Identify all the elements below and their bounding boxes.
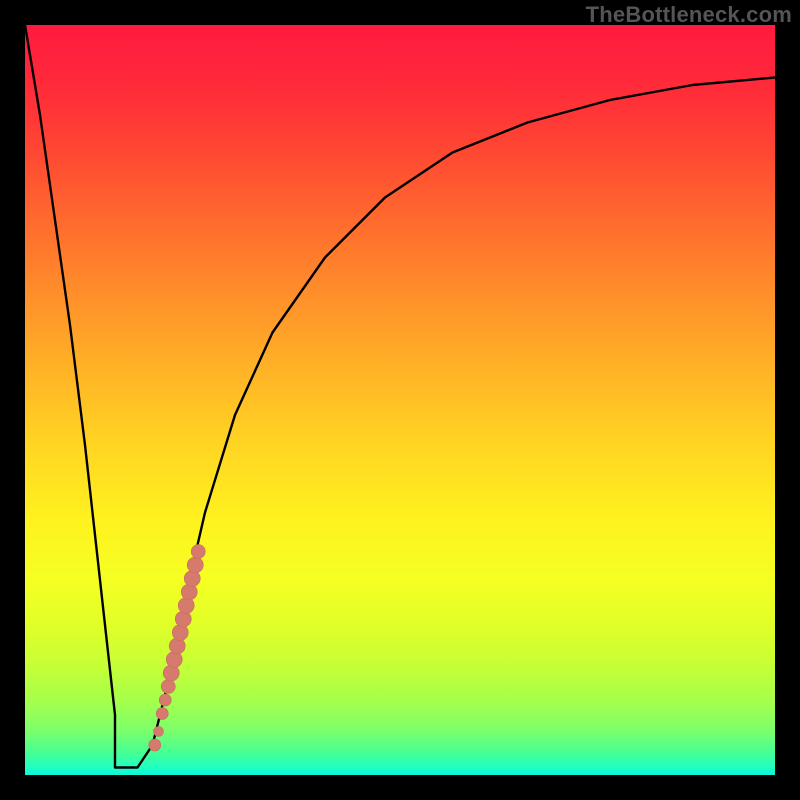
highlight-dot [169, 638, 185, 654]
highlight-dot [184, 571, 200, 587]
highlight-dot [159, 694, 171, 706]
highlight-dot [149, 739, 161, 751]
chart-frame: TheBottleneck.com [0, 0, 800, 800]
highlight-dot [154, 727, 164, 737]
highlight-dot [161, 680, 175, 694]
highlight-dot [187, 557, 203, 573]
highlight-dot [178, 598, 194, 614]
highlight-dot [166, 652, 182, 668]
highlight-dot [175, 611, 191, 627]
highlight-dot [156, 708, 168, 720]
highlight-dot [181, 584, 197, 600]
highlight-dot [191, 545, 205, 559]
highlight-dots [149, 545, 206, 752]
curve-svg [25, 25, 775, 775]
highlight-dot [163, 665, 179, 681]
bottleneck-curve [25, 25, 775, 768]
watermark-text: TheBottleneck.com [586, 2, 792, 28]
highlight-dot [172, 625, 188, 641]
plot-area [25, 25, 775, 775]
